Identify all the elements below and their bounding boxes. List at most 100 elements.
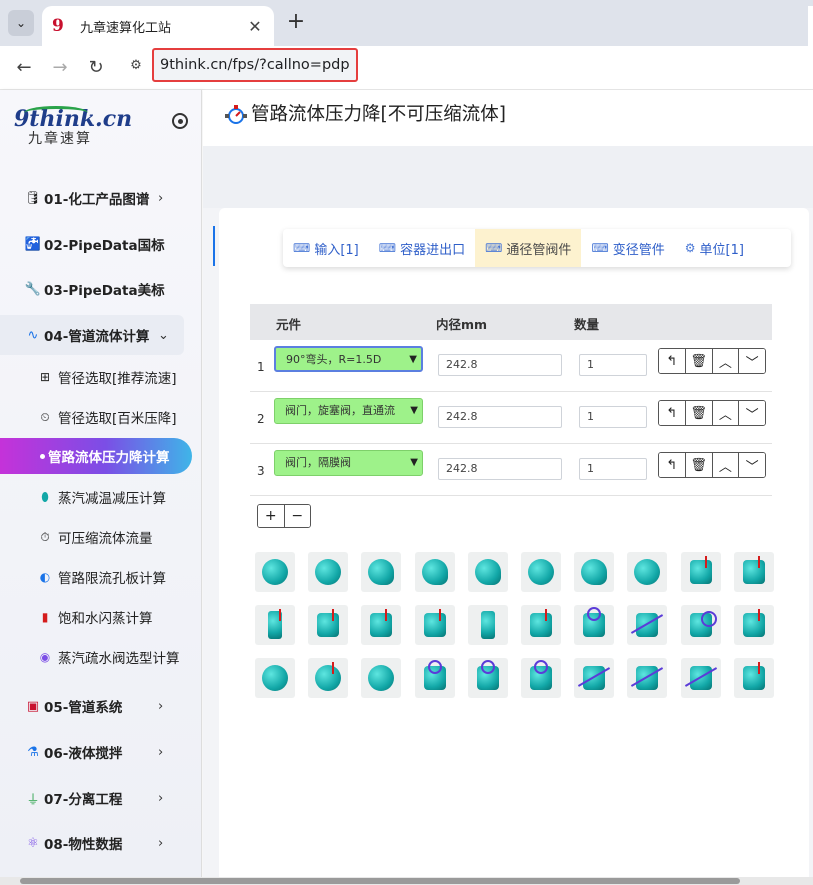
sub-item-steam-trap[interactable]: ◉ 蒸汽疏水阀选型计算 [0, 637, 202, 677]
fitting-icon[interactable] [680, 658, 721, 698]
scrollbar-thumb[interactable] [20, 878, 740, 884]
undo-icon[interactable]: ↰ [659, 401, 686, 425]
back-arrow-icon[interactable]: ← [12, 56, 36, 80]
fitting-icon[interactable] [467, 605, 508, 645]
page-title: 管路流体压力降[不可压缩流体] [251, 104, 506, 125]
fitting-icon[interactable] [627, 605, 668, 645]
tab-units[interactable]: ⚙ 单位[1] [675, 229, 754, 267]
chevron-down-icon: ▼ [407, 451, 418, 475]
trash-icon[interactable]: 🗑 [685, 349, 713, 373]
fitting-shape [423, 613, 446, 637]
fitting-icon[interactable] [574, 605, 615, 645]
fitting-icon[interactable] [680, 552, 721, 592]
url-field[interactable]: 9think.cn/fps/?callno=pdp [152, 48, 358, 82]
sub-item-pipe-recommend[interactable]: ⊞ 管径选取[推荐流速] [0, 357, 202, 397]
diameter-input[interactable]: 242.8 [438, 458, 562, 480]
tab-vessel-nozzle[interactable]: ⌨ 容器进出口 [369, 229, 475, 267]
sub-item-pipe-pressure[interactable]: ⏲ 管径选取[百米压降] [0, 397, 202, 437]
fitting-icon[interactable] [467, 552, 508, 592]
move-up-icon[interactable]: ︿ [712, 349, 740, 373]
wave-icon: ∿ [27, 327, 39, 343]
tab-straight-fittings[interactable]: ⌨ 通径管阀件 [475, 229, 582, 267]
fitting-icon[interactable] [680, 605, 721, 645]
site-settings-icon[interactable]: ⚙ [126, 58, 146, 78]
fitting-icon[interactable] [574, 552, 615, 592]
fitting-icon[interactable] [361, 552, 402, 592]
menu-item-03[interactable]: 🔧 03-PipeData美标 › [0, 269, 202, 309]
element-select[interactable]: 90°弯头，R=1.5D ▼ [274, 346, 423, 372]
fitting-icon[interactable] [733, 658, 774, 698]
move-down-icon[interactable]: ﹀ [739, 349, 765, 373]
tab-input[interactable]: ⌨ 输入[1] [283, 229, 369, 267]
keyboard-icon: ⌨ [485, 241, 503, 255]
undo-icon[interactable]: ↰ [659, 349, 686, 373]
diameter-input[interactable]: 242.8 [438, 354, 562, 376]
menu-item-06[interactable]: ⚗ 06-液体搅拌 › [0, 732, 202, 772]
reload-icon[interactable]: ↻ [84, 56, 108, 80]
menu-item-08[interactable]: ⚛ 08-物性数据 › [0, 823, 202, 863]
fitting-icon[interactable] [255, 605, 295, 645]
sidebar-toggle-icon[interactable] [172, 113, 188, 129]
browser-tab[interactable]: 9 九章速算化工站 ✕ [42, 6, 274, 46]
fitting-icon[interactable] [308, 658, 349, 698]
fitting-icon[interactable] [467, 658, 508, 698]
quantity-input[interactable]: 1 [579, 458, 647, 480]
fitting-icon[interactable] [733, 552, 774, 592]
horizontal-scrollbar[interactable] [0, 877, 813, 885]
fitting-icon[interactable] [361, 658, 402, 698]
fitting-icon[interactable] [414, 605, 455, 645]
fitting-icon[interactable] [308, 605, 349, 645]
tab-reducer-fittings[interactable]: ⌨ 变径管件 [581, 229, 674, 267]
close-tab-icon[interactable]: ✕ [246, 17, 264, 36]
add-remove-group: + − [257, 504, 311, 528]
fitting-icon[interactable] [255, 658, 295, 698]
window-edge [808, 6, 813, 46]
menu-item-04[interactable]: ∿ 04-管道流体计算 ⌄ [0, 315, 184, 355]
chevron-down-icon: ▼ [407, 399, 418, 423]
sub-item-orifice[interactable]: ◐ 管路限流孔板计算 [0, 557, 202, 597]
fitting-icon[interactable] [521, 658, 561, 698]
quantity-input[interactable]: 1 [579, 406, 647, 428]
menu-item-02[interactable]: 🚰 02-PipeData国标 › [0, 224, 202, 264]
trash-icon[interactable]: 🗑 [685, 401, 713, 425]
new-tab-button[interactable]: + [284, 11, 308, 35]
sub-item-flash[interactable]: ▮ 饱和水闪蒸计算 [0, 597, 202, 637]
menu-label: 03-PipeData美标 [44, 283, 165, 299]
menu-item-05[interactable]: ▣ 05-管道系统 › [0, 686, 202, 726]
site-logo[interactable]: 9think.cn 九章速算 [14, 106, 132, 156]
fitting-icon[interactable] [255, 552, 295, 592]
fitting-icon[interactable] [627, 658, 668, 698]
fitting-shape [368, 665, 395, 691]
fitting-icon[interactable] [414, 552, 455, 592]
sub-item-steam-reduce[interactable]: ⬮ 蒸汽减温减压计算 [0, 477, 202, 517]
fitting-icon[interactable] [574, 658, 615, 698]
sub-label: 管路流体压力降计算 [48, 450, 170, 466]
diameter-input[interactable]: 242.8 [438, 406, 562, 428]
fitting-icon[interactable] [308, 552, 349, 592]
undo-icon[interactable]: ↰ [659, 453, 686, 477]
sub-item-compressible-flow[interactable]: ⏱ 可压缩流体流量 [0, 517, 202, 557]
menu-item-01[interactable]: 🛢 01-化工产品图谱 › [0, 178, 202, 218]
move-up-icon[interactable]: ︿ [712, 453, 740, 477]
page-header: 管路流体压力降[不可压缩流体] [203, 90, 813, 146]
fitting-icon[interactable] [627, 552, 668, 592]
fitting-icon[interactable] [414, 658, 455, 698]
chevron-right-icon: › [158, 744, 164, 760]
fitting-icon[interactable] [521, 605, 561, 645]
fitting-icon[interactable] [361, 605, 402, 645]
menu-item-07[interactable]: ⏚ 07-分离工程 › [0, 778, 202, 818]
quantity-input[interactable]: 1 [579, 354, 647, 376]
move-down-icon[interactable]: ﹀ [739, 453, 765, 477]
element-select[interactable]: 阀门，旋塞阀，直通流 ▼ [274, 398, 423, 424]
trash-icon[interactable]: 🗑 [685, 453, 713, 477]
fitting-icon[interactable] [521, 552, 561, 592]
sub-item-pressure-drop-active[interactable]: 管路流体压力降计算 [0, 438, 192, 474]
move-down-icon[interactable]: ﹀ [739, 401, 765, 425]
tab-list-button[interactable]: ⌄ [8, 10, 34, 36]
fitting-icon[interactable] [733, 605, 774, 645]
remove-row-button[interactable]: − [284, 505, 310, 527]
add-row-button[interactable]: + [258, 505, 285, 527]
move-up-icon[interactable]: ︿ [712, 401, 740, 425]
forward-arrow-icon[interactable]: → [48, 56, 72, 80]
element-select[interactable]: 阀门，隔膜阀 ▼ [274, 450, 423, 476]
